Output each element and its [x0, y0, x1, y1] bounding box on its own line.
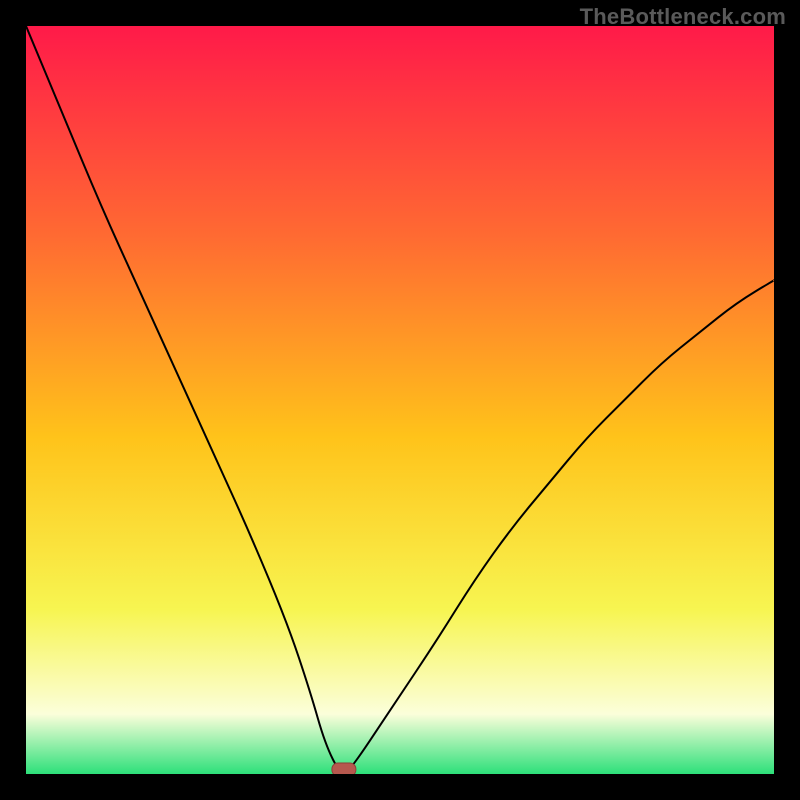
optimum-marker	[332, 763, 356, 774]
chart-svg	[26, 26, 774, 774]
gradient-background	[26, 26, 774, 774]
chart-frame: TheBottleneck.com	[0, 0, 800, 800]
plot-area	[26, 26, 774, 774]
watermark-text: TheBottleneck.com	[580, 4, 786, 30]
